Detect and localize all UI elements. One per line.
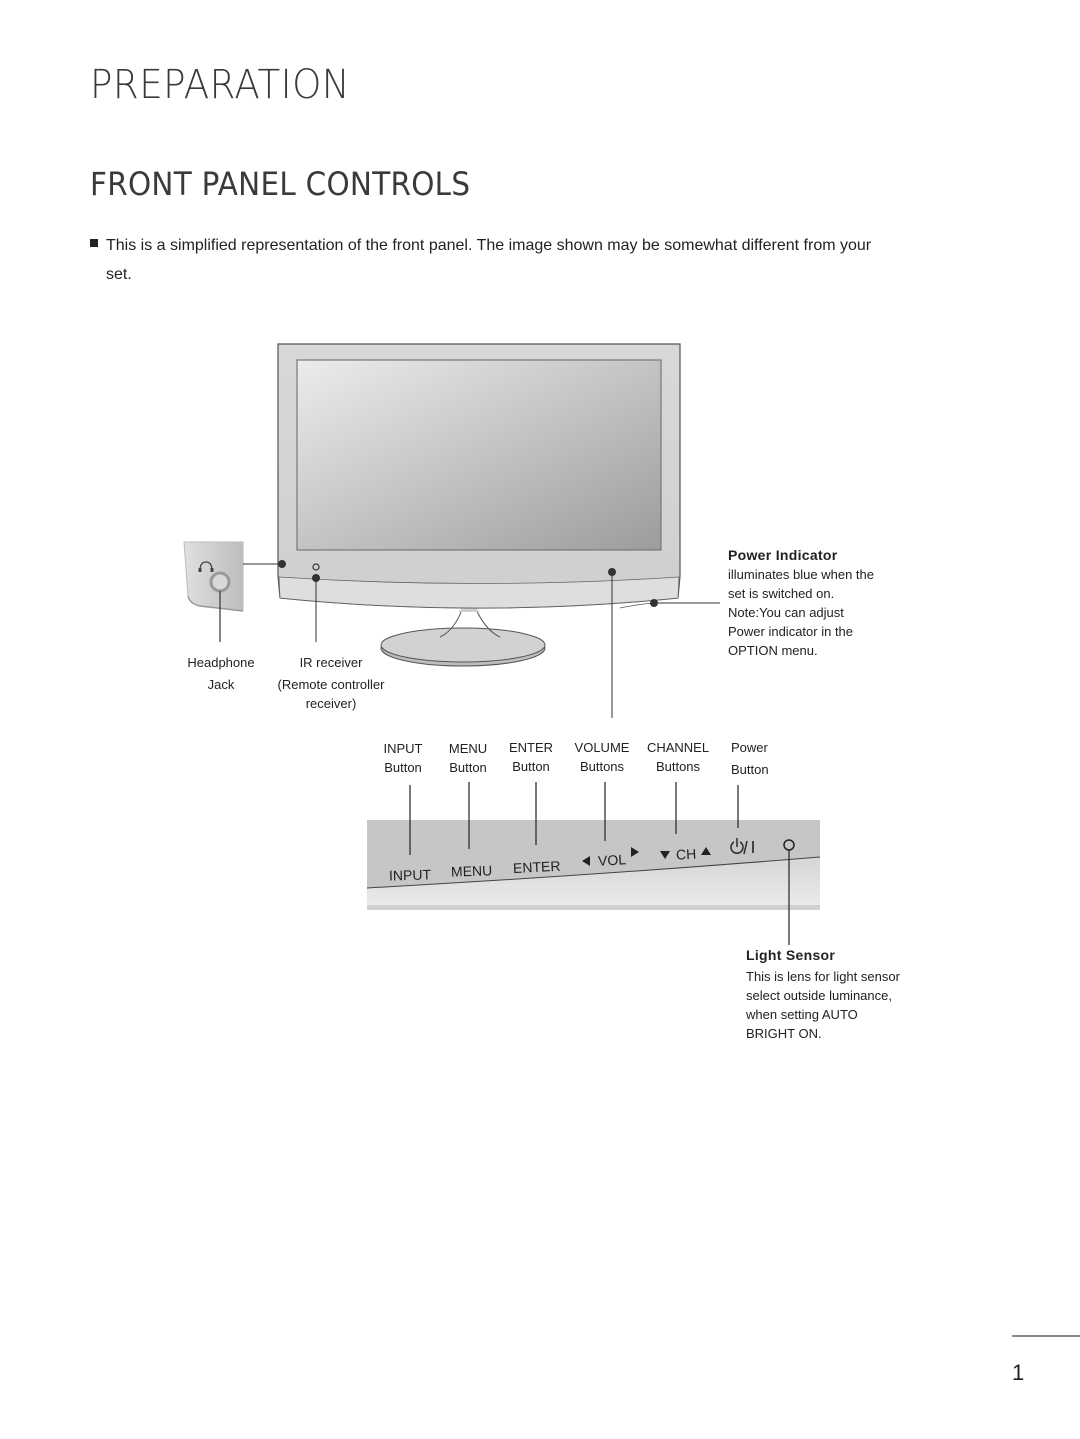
power-indicator-line: illuminates blue when the — [728, 567, 874, 582]
button-label-name: Power — [731, 740, 768, 755]
channel-buttons-label: CHANNEL Buttons — [640, 738, 716, 776]
power-indicator-line: Note:You can adjust — [728, 605, 844, 620]
headphone-label-line2: Jack — [207, 677, 235, 692]
power-button-label: Power Button — [731, 738, 791, 779]
power-indicator-line: OPTION menu. — [728, 643, 818, 658]
button-label-sub: Buttons — [655, 759, 701, 774]
strip-enter-label: ENTER — [513, 858, 561, 876]
ir-label-line2: (Remote controller — [277, 677, 385, 692]
ir-label-line3: receiver) — [305, 696, 357, 711]
button-label-name: CHANNEL — [646, 740, 710, 755]
page-number: 1 — [1012, 1360, 1025, 1385]
page-number-divider — [1012, 1335, 1080, 1337]
power-indicator-title: Power Indicator — [728, 547, 838, 563]
power-indicator-callout: Power Indicator illuminates blue when th… — [728, 546, 928, 660]
menu-button-label: MENU Button — [438, 739, 498, 777]
strip-menu-label: MENU — [451, 862, 493, 879]
headphone-jack-inset — [183, 541, 244, 612]
strip-vol-label: VOL — [598, 851, 627, 868]
input-button-label: INPUT Button — [373, 739, 433, 777]
power-indicator-line: set is switched on. — [728, 586, 835, 601]
headphone-label-line1: Headphone — [187, 655, 255, 670]
ir-label-line1: IR receiver — [299, 655, 363, 670]
button-label-sub: Button — [512, 759, 550, 774]
control-panel-strip — [366, 820, 821, 910]
ir-receiver-label: IR receiver (Remote controller receiver) — [266, 653, 396, 713]
power-indicator-line: Power indicator in the — [728, 624, 854, 639]
light-sensor-line: when setting AUTO — [746, 1007, 858, 1022]
button-label-name: INPUT — [383, 741, 423, 756]
button-label-sub: Button — [384, 760, 422, 775]
button-label-sub: Button — [731, 762, 769, 777]
light-sensor-line: BRIGHT ON. — [746, 1026, 822, 1041]
volume-buttons-label: VOLUME Buttons — [567, 738, 637, 776]
light-sensor-title: Light Sensor — [746, 947, 836, 963]
button-label-name: MENU — [448, 741, 488, 756]
headphone-jack-label: Headphone Jack — [176, 653, 266, 694]
button-label-sub: Buttons — [579, 759, 625, 774]
strip-ch-label: CH — [676, 846, 697, 863]
headphone-jack-port-icon — [209, 571, 231, 593]
strip-input-label: INPUT — [389, 866, 432, 883]
tv-screen — [296, 359, 662, 551]
enter-button-label: ENTER Button — [501, 738, 561, 776]
tv-stand — [380, 606, 546, 667]
button-label-name: ENTER — [508, 740, 554, 755]
light-sensor-callout: Light Sensor This is lens for light sens… — [746, 946, 946, 1043]
button-label-name: VOLUME — [574, 740, 630, 755]
button-label-sub: Button — [449, 760, 487, 775]
light-sensor-line: select outside luminance, — [746, 988, 892, 1003]
light-sensor-line: This is lens for light sensor — [746, 969, 900, 984]
